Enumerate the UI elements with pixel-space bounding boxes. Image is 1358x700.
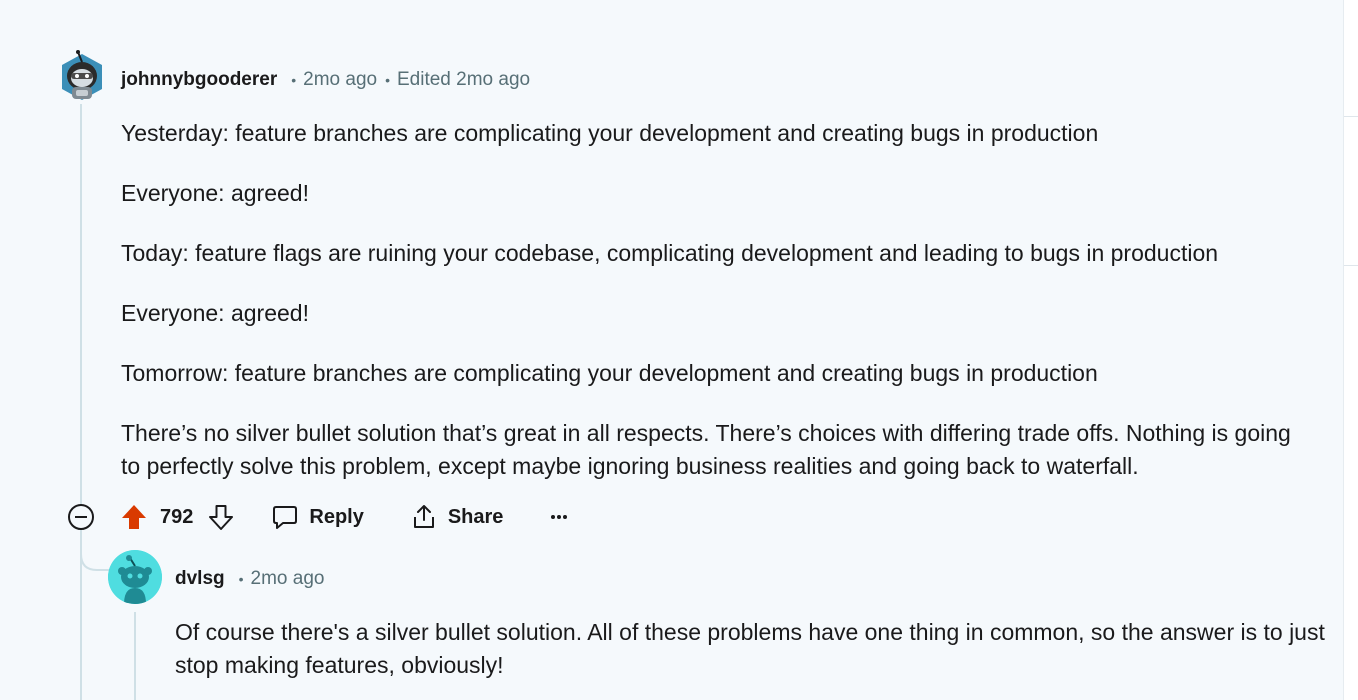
comment-paragraph: Tomorrow: feature branches are complicat… [121,360,1098,386]
comment-author-link[interactable]: johnnybgooderer [121,69,277,91]
snoo-avatar-icon [108,550,162,604]
meta-separator: • [291,72,297,88]
more-options-button[interactable] [549,507,569,527]
meta-separator: • [238,571,244,587]
upvote-button[interactable] [120,503,148,531]
comment-action-bar: 792 Reply Share [120,500,569,534]
comment-paragraph: Yesterday: feature branches are complica… [121,120,1099,146]
meta-separator: • [385,72,390,88]
reply-paragraph: Of course there's a silver bullet soluti… [175,619,1325,678]
comment-thread-page: johnnybgooderer • 2mo ago • Edited 2mo a… [0,0,1358,700]
reply-body: Of course there's a silver bullet soluti… [175,616,1325,682]
reply-user-avatar[interactable] [108,550,162,604]
gutter-divider [1344,265,1358,266]
upvote-arrow-icon [122,505,146,529]
gutter-divider [1344,116,1358,117]
collapse-minus-icon [75,516,87,518]
comment-paragraph: Everyone: agreed! [121,180,309,206]
vote-score: 792 [160,505,194,528]
user-avatar[interactable] [58,50,106,104]
reply-timestamp[interactable]: 2mo ago [251,568,325,590]
collapse-thread-button[interactable] [68,504,94,530]
thread-line-main[interactable] [80,104,82,504]
reply-author-link[interactable]: dvlsg [175,568,225,590]
comment-bubble-icon [273,506,298,529]
share-button[interactable]: Share [410,503,504,531]
reply-meta: dvlsg • 2mo ago [175,565,324,593]
reply-button[interactable]: Reply [271,503,364,531]
comment-timestamp[interactable]: 2mo ago [303,69,377,91]
downvote-arrow-icon [209,505,234,530]
comment-paragraph: Today: feature flags are ruining your co… [121,240,1219,266]
more-dots-icon [551,515,568,519]
comment-meta: johnnybgooderer • 2mo ago • Edited 2mo a… [121,66,530,94]
thread-line-reply[interactable] [134,612,136,700]
snoo-avatar-icon [62,50,102,100]
comment-paragraph: There’s no silver bullet solution that’s… [121,420,1291,479]
scroll-gutter[interactable] [1343,0,1358,700]
comment-body: Yesterday: feature branches are complica… [121,117,1311,483]
downvote-button[interactable] [207,503,235,531]
thread-branch-connector [80,528,110,571]
share-label: Share [447,505,504,528]
comment-paragraph: Everyone: agreed! [121,300,309,326]
reply-label: Reply [309,505,364,528]
comment-edited-label: Edited 2mo ago [397,69,531,90]
share-icon [413,505,434,528]
